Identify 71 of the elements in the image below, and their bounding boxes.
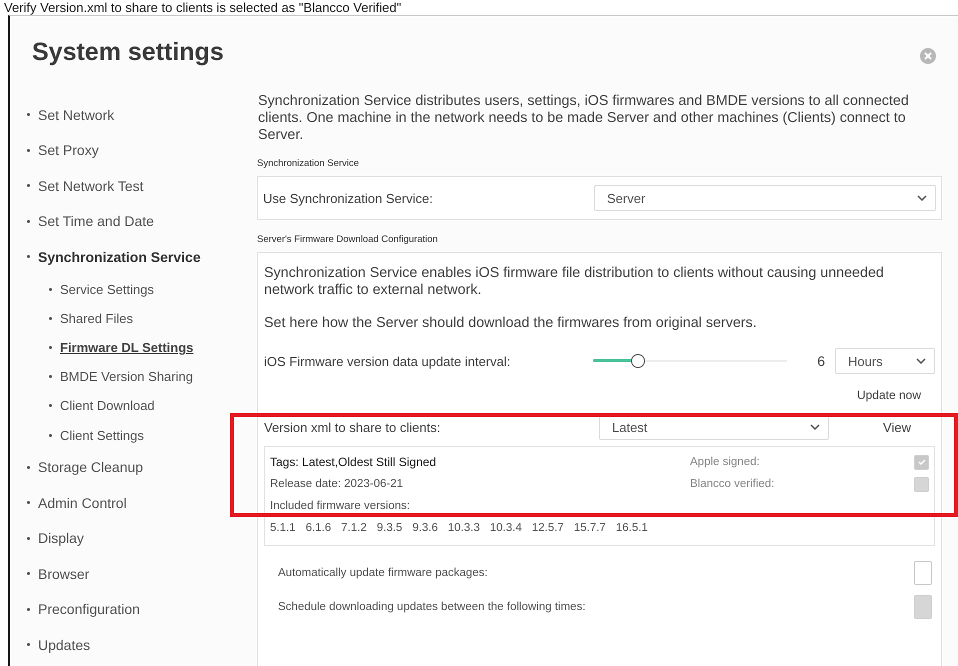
version-text: 9.3.5 [376, 522, 402, 534]
sidebar-item[interactable]: Updates [38, 636, 90, 653]
chevron-down-icon [916, 358, 926, 364]
check-icon [916, 457, 926, 467]
sidebar-subitem[interactable]: Firmware DL Settings [60, 340, 194, 355]
close-icon[interactable] [920, 48, 936, 64]
bullet-icon [27, 501, 30, 504]
version-text: 5.1.1 [270, 522, 296, 534]
field-label: iOS Firmware version data update interval: [264, 354, 510, 368]
sidebar-subitem[interactable]: BMDE Version Sharing [60, 369, 193, 384]
interval-value: 6 [817, 353, 825, 369]
bullet-icon [27, 148, 30, 152]
sidebar-item[interactable]: Synchronization Service [38, 248, 201, 265]
sidebar-item[interactable]: Display [38, 530, 84, 546]
bullet-icon [27, 608, 30, 611]
version-text: 7.1.2 [341, 522, 367, 534]
window-title: System settings [32, 38, 224, 67]
bullet-icon [49, 346, 52, 349]
flag-label: Blancco verified: [690, 478, 776, 490]
sidebar-item[interactable]: Set Time and Date [38, 213, 154, 230]
instruction-text: Set here how the Server should download the firmwares from original servers. [264, 315, 758, 332]
section-heading: Synchronization Service [257, 158, 360, 169]
bullet-icon [27, 466, 30, 469]
version-text: 6.1.6 [306, 522, 332, 534]
sidebar-subitem[interactable]: Shared Files [60, 310, 133, 326]
sidebar-item[interactable]: Set Network [38, 106, 114, 123]
option-label: Automatically update firmware packages: [278, 567, 488, 579]
sidebar-item[interactable]: Admin Control [38, 494, 127, 511]
bullet-icon [49, 316, 52, 320]
version-text: 10.3.4 [490, 522, 522, 534]
tags-text: Tags: Latest,Oldest Still Signed [270, 455, 438, 469]
option-label: Schedule downloading updates between the following times: [278, 601, 586, 613]
bullet-icon [49, 375, 52, 378]
field-label: Version xml to share to clients: [264, 420, 440, 434]
intro-text: Synchronization Service distributes users, settings, iOS firmwares and BMDE versions to all connected clients. One machine in the network needs to be made Server and other machines (Clients) connect to Server. [258, 93, 910, 144]
bullet-icon [27, 643, 30, 646]
bullet-icon [27, 572, 30, 576]
bullet-icon [27, 184, 30, 188]
bullet-icon [27, 255, 30, 258]
sidebar-subitem[interactable]: Client Download [60, 398, 155, 414]
version-text: 12.5.7 [532, 522, 564, 534]
bullet-icon [49, 288, 52, 291]
bullet-icon [49, 434, 52, 437]
release-date-text: Release date: 2023-06-21 [270, 478, 404, 490]
sidebar-item[interactable]: Preconfiguration [38, 601, 140, 618]
checkbox[interactable] [914, 561, 932, 585]
version-text: 15.7.7 [574, 522, 606, 534]
sidebar-subitem[interactable]: Client Settings [60, 428, 144, 443]
description-text: Synchronization Service enables iOS firmware file distribution to clients without causing unneeded network traffic to external network. [264, 265, 885, 299]
version-text: 16.5.1 [616, 522, 648, 534]
chevron-down-icon [810, 424, 820, 430]
unit-dropdown[interactable]: Hours [835, 348, 935, 374]
service-dropdown[interactable]: Server [594, 185, 936, 211]
chevron-down-icon [917, 195, 927, 201]
bullet-icon [27, 536, 30, 540]
version-text: 9.3.6 [412, 522, 438, 534]
sidebar-item[interactable]: Storage Cleanup [38, 459, 144, 476]
sidebar-subitem[interactable]: Service Settings [60, 282, 154, 297]
bullet-icon [49, 404, 52, 408]
sidebar-item[interactable]: Set Proxy [38, 142, 99, 158]
bullet-icon [27, 113, 30, 116]
update-now-link[interactable]: Update now [856, 388, 921, 402]
sidebar-item[interactable]: Browser [38, 566, 90, 582]
included-label: Included firmware versions: [270, 499, 411, 514]
flag-label: Apple signed: [690, 456, 761, 468]
bullet-icon [27, 220, 30, 223]
field-label: Use Synchronization Service: [263, 190, 433, 206]
version-text: 10.3.3 [448, 522, 480, 534]
sidebar-item[interactable]: Set Network Test [38, 178, 144, 194]
section-heading: Server's Firmware Download Configuration [257, 234, 439, 245]
caption-text: Verify Version.xml to share to clients is selected as "Blancco Verified" [3, 0, 402, 15]
